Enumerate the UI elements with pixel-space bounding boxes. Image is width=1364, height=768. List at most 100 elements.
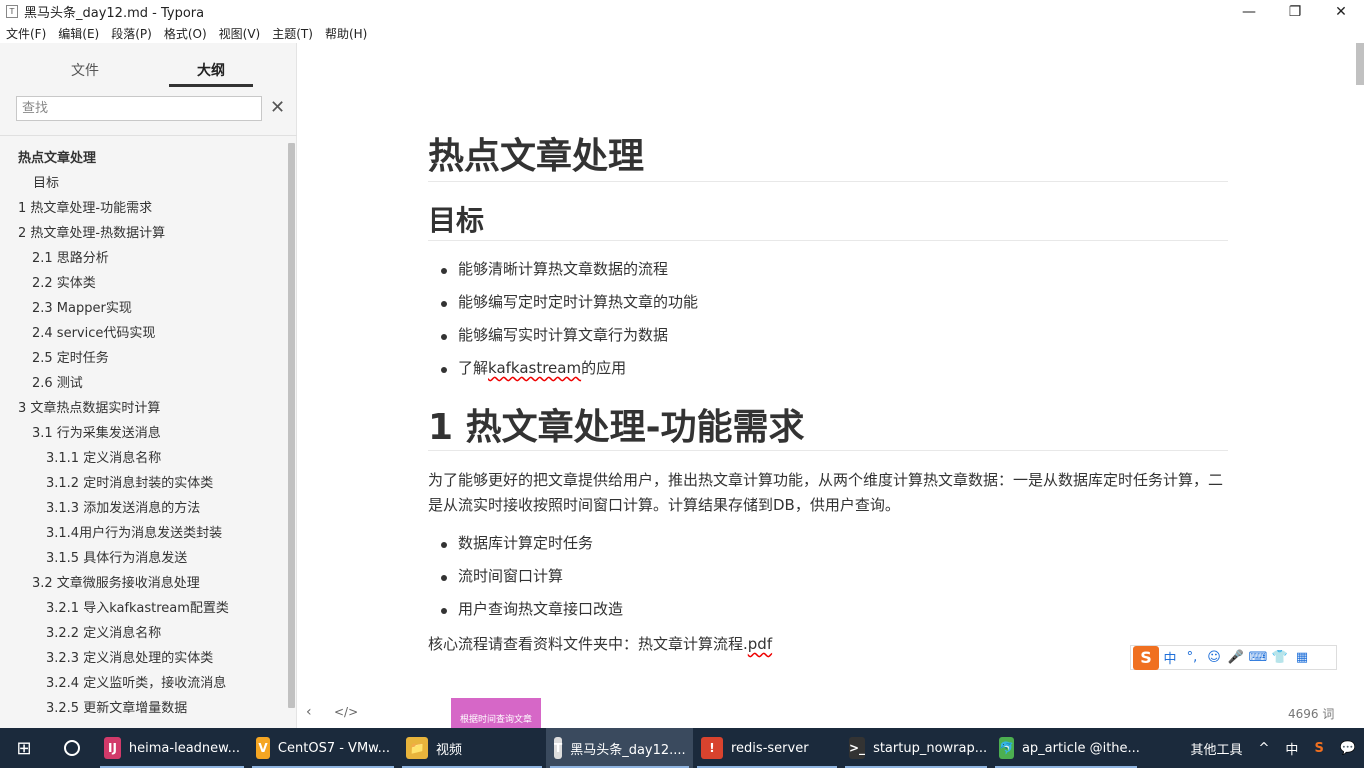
outline-item[interactable]: 目标 [0,171,286,196]
word-count[interactable]: 4696 词 [1288,705,1334,722]
heading-rule [428,181,1228,182]
outline-item[interactable]: 3.1.5 具体行为消息发送 [0,546,286,571]
list-item: 了解kafkastream的应用 [428,352,698,385]
close-button[interactable]: ✕ [1318,0,1364,23]
list-item: 能够编写定时定时计算热文章的功能 [428,286,698,319]
taskbar-app[interactable]: >_ startup_nowrap... [841,728,991,768]
taskbar-app-label: CentOS7 - VMw... [277,740,390,756]
outline-item[interactable]: 热点文章处理 [0,146,286,171]
sogou-tray-icon[interactable]: S [1306,741,1331,756]
outline-item[interactable]: 3.1.1 定义消息名称 [0,446,286,471]
doc-heading-1b: 1 热文章处理-功能需求 [428,407,805,448]
para2-text: 核心流程请查看资料文件夹中：热文章计算流程. [428,635,748,653]
outline-item[interactable]: 3.2.4 定义监听类，接收流消息 [0,671,286,696]
windows-start-icon[interactable]: ⊞ [0,728,48,768]
source-code-icon[interactable]: </> [334,705,358,719]
taskbar-app[interactable]: ! redis-server [693,728,841,768]
taskbar-app-label: 黑马头条_day12.... [570,742,686,758]
sidebar: 文件 大纲 ✕ 热点文章处理目标1 热文章处理-功能需求2 热文章处理-热数据计… [0,43,297,728]
menu-edit[interactable]: 编辑(E) [52,25,105,42]
menu-format[interactable]: 格式(O) [158,25,213,42]
app-icon: V [256,737,270,759]
chinese-mode-icon[interactable]: 中 [1159,648,1181,667]
outline-list: 热点文章处理 目标 1 热文章处理-功能需求 2 热文章处理-热数据计算 2.1 思路分… [0,146,286,728]
outline-item[interactable]: 1 热文章处理-功能需求 [0,196,286,221]
app-icon: 🐬 [999,737,1014,759]
outline-item[interactable]: 2.6 测试 [0,371,286,396]
menu-file[interactable]: 文件(F) [0,25,52,42]
skin-icon[interactable]: 👕 [1269,650,1291,665]
microphone-icon[interactable]: 🎤 [1225,650,1247,665]
outline-item[interactable]: 2.4 service代码实现 [0,321,286,346]
doc-paragraph: 为了能够更好的把文章提供给用户，推出热文章计算功能，从两个维度计算热文章数据：一… [428,471,1224,514]
minimize-button[interactable]: — [1226,0,1272,23]
taskbar-app[interactable]: 🐬 ap_article @ithe... [991,728,1141,768]
title-bar: T 黑马头条_day12.md - Typora — ❐ ✕ [0,0,1364,23]
doc-heading-1: 热点文章处理 [428,136,645,177]
window-controls: — ❐ ✕ [1226,0,1364,23]
menu-theme[interactable]: 主题(T) [266,25,319,42]
search-icon[interactable] [48,728,96,768]
outline-item[interactable]: 3.1 行为采集发送消息 [0,421,286,446]
close-icon[interactable]: ✕ [270,97,285,118]
outline-search-input[interactable] [16,96,262,121]
outline-item[interactable]: 2.1 思路分析 [0,246,286,271]
outline-item[interactable]: 3 文章热点数据实时计算 [0,396,286,421]
doc-heading-2: 目标 [428,204,485,237]
ime-toolbar[interactable]: S 中 °, ☺ 🎤 ⌨ 👕 ▦ [1130,645,1337,670]
editor[interactable]: 热点文章处理 目标 能够清晰计算热文章数据的流程 能够编写定时定时计算热文章的功… [298,43,1364,728]
outline-item[interactable]: 2 热文章处理-热数据计算 [0,221,286,246]
menu-help[interactable]: 帮助(H) [319,25,373,42]
punctuation-icon[interactable]: °, [1181,650,1203,665]
app-icon: 📁 [406,737,428,759]
sidebar-tabs: 文件 大纲 [0,43,297,89]
app-icon: ! [701,737,723,759]
editor-scrollbar[interactable] [1356,43,1364,85]
taskbar-app-label: startup_nowrap... [873,740,988,756]
doc-paragraph-2: 核心流程请查看资料文件夹中：热文章计算流程.pdf [428,633,772,654]
outline-item[interactable]: 3.2.5 更新文章增量数据 [0,696,286,721]
chevron-up-icon[interactable]: ^ [1251,741,1278,756]
toggle-sidebar-icon[interactable]: ‹ [306,704,312,720]
toolbox-icon[interactable]: ▦ [1291,650,1313,665]
active-tab-indicator [169,84,253,87]
taskbar-apps: IJ heima-leadnew... V CentOS7 - VMw... 📁 视频 T 黑… [96,728,1141,768]
outline-item[interactable]: 3.2 文章微服务接收消息处理 [0,571,286,596]
tab-files[interactable]: 文件 [71,60,99,80]
heading-rule [428,240,1228,241]
ime-indicator[interactable]: 中 [1277,739,1306,758]
taskbar-app-label: 视频 [436,742,463,758]
app-icon: IJ [104,737,121,759]
outline-item[interactable]: 3.1.3 添加发送消息的方法 [0,496,286,521]
outline-item[interactable]: 3.2.3 定义消息处理的实体类 [0,646,286,671]
app-icon: >_ [849,737,866,759]
notification-icon[interactable]: 💬 [1332,741,1364,756]
taskbar-app-label: heima-leadnew... [128,740,240,756]
other-tools[interactable]: 其他工具 [1183,739,1251,758]
taskbar-app[interactable]: 📁 视频 [398,728,546,768]
outline-item[interactable]: 3.1.2 定时消息封装的实体类 [0,471,286,496]
outline-item[interactable]: 2.2 实体类 [0,271,286,296]
taskbar: ⊞ IJ heima-leadnew... V CentOS7 - VMw... 📁 视频… [0,728,1364,768]
outline-item[interactable]: 3.1.4用户行为消息发送类封装 [0,521,286,546]
image-preview[interactable]: 根据时间查询文章 [451,698,541,728]
outline-item[interactable]: 3.2.2 定义消息名称 [0,621,286,646]
taskbar-app[interactable]: T 黑马头条_day12.... [546,728,693,768]
outline-item[interactable]: 2.3 Mapper实现 [0,296,286,321]
outline-item[interactable]: 3.2.1 导入kafkastream配置类 [0,596,286,621]
taskbar-app[interactable]: V CentOS7 - VMw... [248,728,398,768]
list-item: 能够清晰计算热文章数据的流程 [428,253,698,286]
menu-paragraph[interactable]: 段落(P) [105,25,158,42]
heading-rule [428,450,1228,451]
tab-outline[interactable]: 大纲 [197,60,225,80]
outline-scrollbar[interactable] [288,143,295,708]
outline-item[interactable]: 2.5 定时任务 [0,346,286,371]
taskbar-app[interactable]: IJ heima-leadnew... [96,728,248,768]
list-item: 能够编写实时计算文章行为数据 [428,319,698,352]
restore-button[interactable]: ❐ [1272,0,1318,23]
menu-view[interactable]: 视图(V) [213,25,267,42]
emoji-icon[interactable]: ☺ [1203,650,1225,665]
sogou-logo-icon[interactable]: S [1133,645,1159,670]
list-item: 数据库计算定时任务 [428,527,623,560]
keyboard-icon[interactable]: ⌨ [1247,650,1269,665]
